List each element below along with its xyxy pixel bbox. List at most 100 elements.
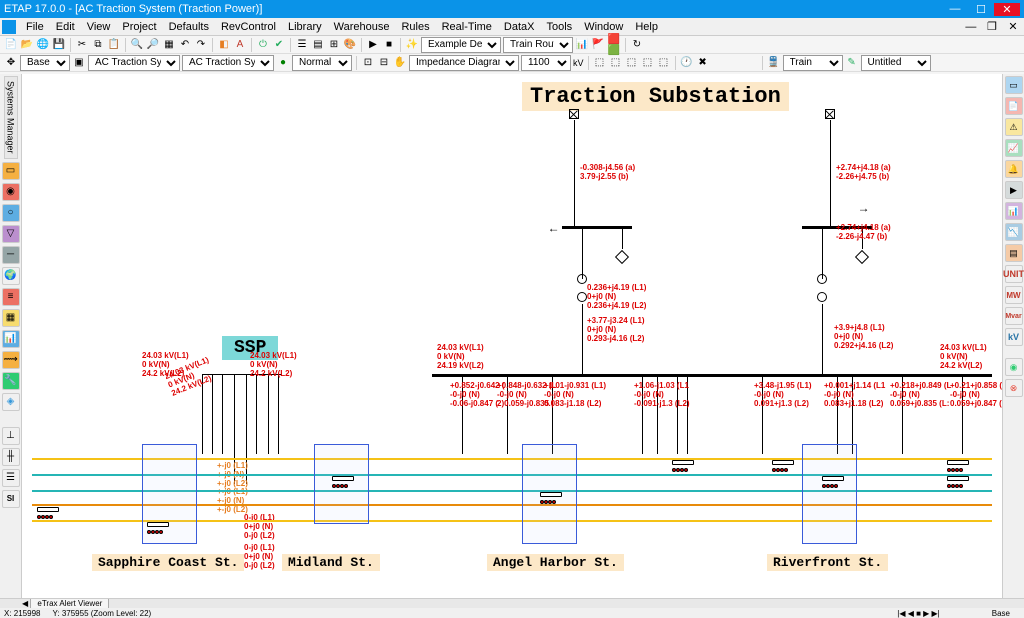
- side-chart-icon[interactable]: 📊: [2, 330, 20, 348]
- close-button[interactable]: ✕: [994, 3, 1020, 16]
- wand-icon[interactable]: ✨: [405, 38, 419, 52]
- diagram-icon[interactable]: ⊡: [361, 56, 375, 70]
- circle-left2[interactable]: [577, 292, 587, 302]
- doc-close[interactable]: ✕: [1004, 20, 1022, 33]
- flag-icon[interactable]: 🚩: [591, 38, 605, 52]
- side-si-icon[interactable]: SI: [2, 490, 20, 508]
- undo-icon[interactable]: ↶: [178, 38, 192, 52]
- grid-icon[interactable]: ▦: [162, 38, 176, 52]
- side-gen-icon[interactable]: ○: [2, 204, 20, 222]
- menu-realtime[interactable]: Real-Time: [436, 21, 498, 33]
- menu-revcontrol[interactable]: RevControl: [215, 21, 282, 33]
- zoom-in-icon[interactable]: 🔍: [130, 38, 144, 52]
- marker4-icon[interactable]: ⬚: [641, 56, 655, 70]
- power-icon[interactable]: ⏻: [256, 38, 270, 52]
- menu-library[interactable]: Library: [282, 21, 328, 33]
- marker1-icon[interactable]: ⬚: [593, 56, 607, 70]
- right-alarm-icon[interactable]: 🔔: [1005, 160, 1023, 178]
- train-2[interactable]: [147, 522, 169, 532]
- menu-project[interactable]: Project: [116, 21, 162, 33]
- clock-icon[interactable]: 🕐: [680, 56, 694, 70]
- side-cable-icon[interactable]: ─: [2, 246, 20, 264]
- diamond-right[interactable]: [855, 250, 869, 264]
- config1-combo[interactable]: AC Traction System: [88, 55, 180, 71]
- systems-manager-tab[interactable]: Systems Manager: [4, 76, 18, 159]
- right-mw-icon[interactable]: MW: [1005, 286, 1023, 304]
- new-icon[interactable]: 📄: [4, 38, 18, 52]
- diamond-left[interactable]: [615, 250, 629, 264]
- right-results-icon[interactable]: ▤: [1005, 244, 1023, 262]
- train-7[interactable]: [822, 476, 844, 486]
- side-load-icon[interactable]: ▽: [2, 225, 20, 243]
- side-layers-icon[interactable]: ≡: [2, 288, 20, 306]
- menu-file[interactable]: File: [20, 21, 50, 33]
- menu-view[interactable]: View: [81, 21, 117, 33]
- doc-restore[interactable]: ❐: [983, 20, 1001, 33]
- train-6[interactable]: [772, 460, 794, 470]
- redo-icon[interactable]: ↷: [194, 38, 208, 52]
- stop-icon[interactable]: ■: [382, 38, 396, 52]
- right-kv-icon[interactable]: kV: [1005, 328, 1023, 346]
- paint-icon[interactable]: 🎨: [343, 38, 357, 52]
- side-tool-icon[interactable]: 🔧: [2, 372, 20, 390]
- station-box-4[interactable]: [802, 444, 857, 544]
- side-sym1-icon[interactable]: ⊥: [2, 427, 20, 445]
- config2-combo[interactable]: AC Traction System: [182, 55, 274, 71]
- base-combo[interactable]: Base: [20, 55, 70, 71]
- maximize-button[interactable]: ☐: [968, 3, 994, 16]
- tree-icon[interactable]: ⊞: [327, 38, 341, 52]
- side-earth-icon[interactable]: 🌍: [2, 267, 20, 285]
- zoom-out-icon[interactable]: 🔎: [146, 38, 160, 52]
- globe-icon[interactable]: 🌐: [36, 38, 50, 52]
- menu-warehouse[interactable]: Warehouse: [328, 21, 396, 33]
- nav-controls[interactable]: |◀ ◀ ■ ▶ ▶|: [897, 609, 940, 618]
- cut-icon[interactable]: ✂: [75, 38, 89, 52]
- menu-datax[interactable]: DataX: [498, 21, 541, 33]
- list-icon[interactable]: ☰: [295, 38, 309, 52]
- side-sym2-icon[interactable]: ╫: [2, 448, 20, 466]
- right-warn-icon[interactable]: ⚠: [1005, 118, 1023, 136]
- right-plot-icon[interactable]: 📈: [1005, 139, 1023, 157]
- menu-help[interactable]: Help: [629, 21, 664, 33]
- status-icon[interactable]: ●: [276, 56, 290, 70]
- menu-tools[interactable]: Tools: [541, 21, 579, 33]
- right-mvar-icon[interactable]: Mvar: [1005, 307, 1023, 325]
- pen-icon[interactable]: ✎: [845, 56, 859, 70]
- marker2-icon[interactable]: ⬚: [609, 56, 623, 70]
- untitled-combo[interactable]: Untitled: [861, 55, 931, 71]
- zoom-combo[interactable]: 1100: [521, 55, 571, 71]
- font-icon[interactable]: A: [233, 38, 247, 52]
- source-symbol-left[interactable]: [569, 109, 579, 119]
- menu-defaults[interactable]: Defaults: [163, 21, 215, 33]
- color-icon[interactable]: ◧: [217, 38, 231, 52]
- side-motor-icon[interactable]: ◉: [2, 183, 20, 201]
- menu-rules[interactable]: Rules: [395, 21, 435, 33]
- doc-minimize[interactable]: —: [962, 21, 980, 33]
- main-feeder-bus[interactable]: [432, 374, 992, 377]
- layer-icon[interactable]: ▣: [72, 56, 86, 70]
- arrow-left-tab[interactable]: ◀: [22, 599, 28, 608]
- side-cube-icon[interactable]: ◈: [2, 393, 20, 411]
- right-chart2-icon[interactable]: 📉: [1005, 223, 1023, 241]
- diagram-canvas[interactable]: Traction Substation SSP -0.308-j4.56 (a)…: [22, 74, 1002, 598]
- train-icon[interactable]: 🚆: [767, 56, 781, 70]
- circle-left[interactable]: [577, 274, 587, 284]
- train-5[interactable]: [672, 460, 694, 470]
- paste-icon[interactable]: 📋: [107, 38, 121, 52]
- palette-icon[interactable]: 🟥🟩: [607, 38, 621, 52]
- right-report-icon[interactable]: 📄: [1005, 97, 1023, 115]
- route-combo[interactable]: Train Route: [503, 37, 573, 53]
- right-stop-icon[interactable]: ⊗: [1005, 379, 1023, 397]
- refresh-icon[interactable]: ↻: [630, 38, 644, 52]
- hand-icon[interactable]: ✋: [393, 56, 407, 70]
- side-sym3-icon[interactable]: ☰: [2, 469, 20, 487]
- pointer-icon[interactable]: ✥: [4, 56, 18, 70]
- right-play-icon[interactable]: ▶: [1005, 181, 1023, 199]
- train-1[interactable]: [37, 507, 59, 517]
- state-combo[interactable]: Normal: [292, 55, 352, 71]
- delete-icon[interactable]: ✖: [696, 56, 710, 70]
- play-icon[interactable]: ▶: [366, 38, 380, 52]
- check-icon[interactable]: ✔: [272, 38, 286, 52]
- minimize-button[interactable]: —: [942, 3, 968, 15]
- side-route-icon[interactable]: ⟿: [2, 351, 20, 369]
